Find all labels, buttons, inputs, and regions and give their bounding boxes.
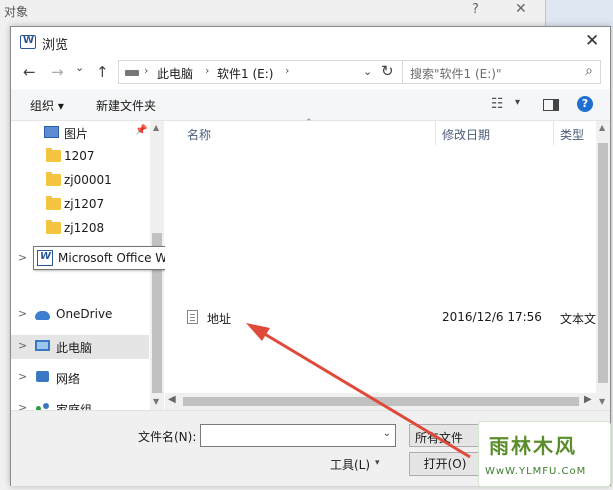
site-watermark: 雨林木风 WwW.YLMFU.CoM <box>478 421 611 487</box>
watermark-logo-text: 雨林木风 <box>489 434 577 458</box>
watermark-url: WwW.YLMFU.CoM <box>485 466 587 477</box>
annotation-arrow-head <box>246 323 270 341</box>
annotation-arrow-shaft <box>257 328 471 459</box>
annotation-arrow <box>246 323 471 459</box>
